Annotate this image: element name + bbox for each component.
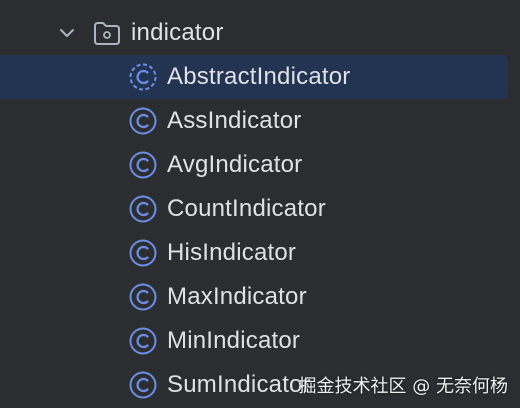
tree-item[interactable]: AvgIndicator — [0, 143, 520, 187]
class-icon — [129, 151, 157, 179]
class-icon — [129, 107, 157, 135]
tree-item-label: HisIndicator — [167, 239, 297, 266]
class-icon — [129, 327, 157, 355]
folder-label: indicator — [131, 19, 224, 46]
project-tree: indicator AbstractIndicator AssIndicator A… — [0, 0, 520, 408]
watermark: 掘金技术社区 @ 无奈何杨 — [298, 376, 508, 397]
tree-item-label: AssIndicator — [167, 107, 302, 134]
chevron-down-icon[interactable] — [56, 22, 78, 44]
tree-item[interactable]: HisIndicator — [0, 231, 520, 275]
tree-item[interactable]: MinIndicator — [0, 319, 520, 363]
tree-item-label: AvgIndicator — [167, 151, 303, 178]
tree-item-label: CountIndicator — [167, 195, 326, 222]
class-icon — [129, 239, 157, 267]
tree-item-label: MinIndicator — [167, 327, 301, 354]
tree-item[interactable]: AbstractIndicator — [0, 55, 508, 99]
class-icon — [129, 195, 157, 223]
class-icon — [129, 371, 157, 399]
tree-item-label: SumIndicator — [167, 371, 311, 398]
class-icon — [129, 283, 157, 311]
abstract-class-icon — [129, 63, 157, 91]
tree-item[interactable]: MaxIndicator — [0, 275, 520, 319]
tree-item[interactable]: CountIndicator — [0, 187, 520, 231]
tree-folder-indicator[interactable]: indicator — [0, 11, 520, 55]
tree-item-label: AbstractIndicator — [167, 63, 351, 90]
tree-item[interactable]: AssIndicator — [0, 99, 520, 143]
folder-icon — [94, 22, 120, 45]
tree-item-label: MaxIndicator — [167, 283, 307, 310]
